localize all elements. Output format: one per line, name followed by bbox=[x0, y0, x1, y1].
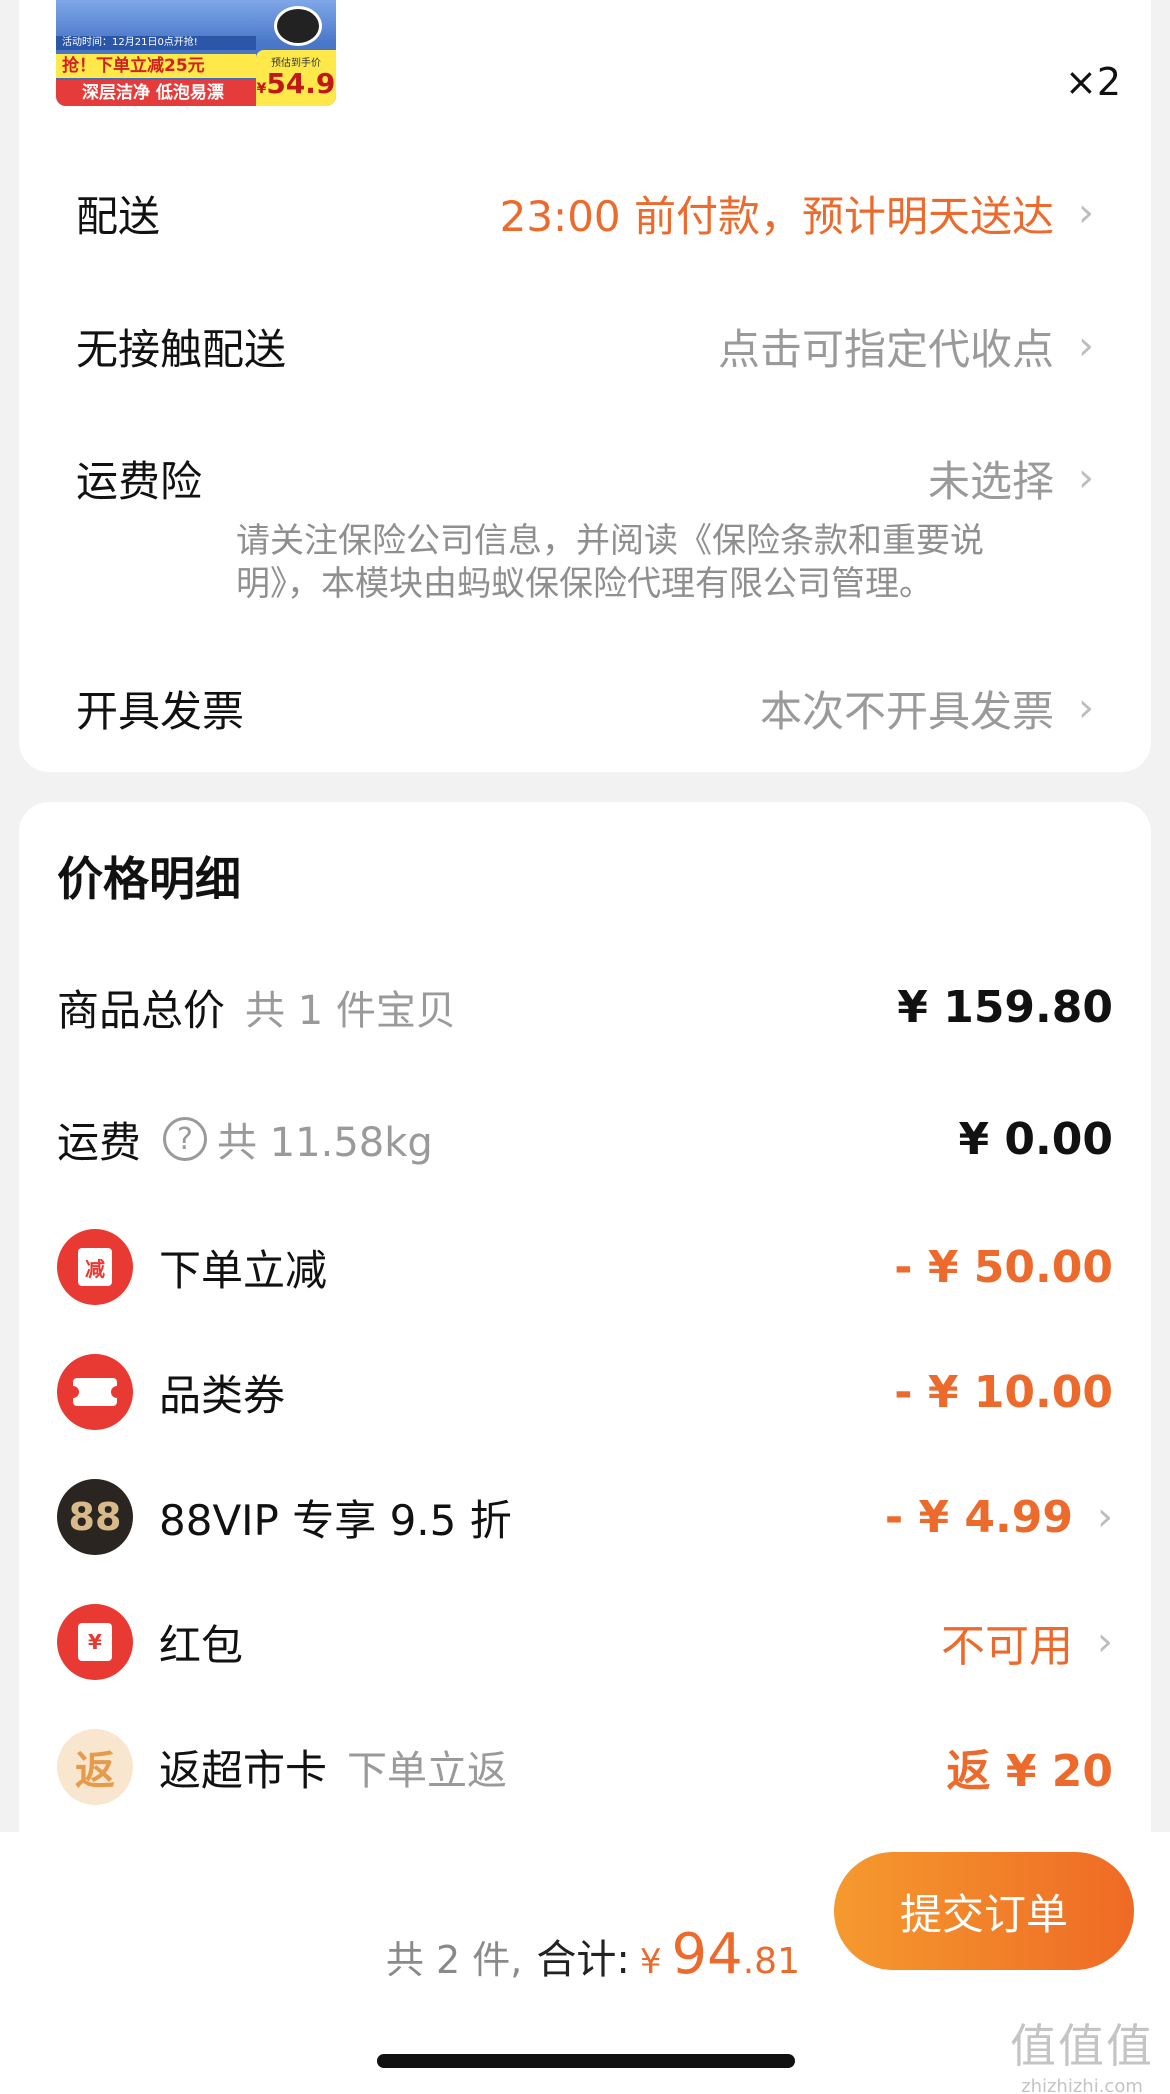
red-packet-label: 红包 bbox=[159, 1620, 244, 1670]
coupon-ticket-icon bbox=[57, 1354, 133, 1430]
chevron-right-icon: › bbox=[1097, 1619, 1113, 1665]
submit-order-button[interactable]: 提交订单 bbox=[834, 1852, 1134, 1970]
chevron-right-icon: › bbox=[1078, 323, 1094, 369]
supermarket-card-sub: 下单立返 bbox=[347, 1748, 508, 1794]
total-decimal: .81 bbox=[742, 1941, 800, 1982]
order-options-card: 活动时间：12月21日0点开抢! 抢！下单立减25元 深层洁净 低泡易漂 预估到… bbox=[19, 0, 1151, 772]
vip-discount-amount: - ¥ 4.99 bbox=[884, 1491, 1073, 1543]
tmall-cat-logo bbox=[274, 6, 322, 46]
shipping-fee-amount: ¥ 0.00 bbox=[958, 1113, 1114, 1165]
invoice-value: 本次不开具发票 bbox=[759, 686, 1054, 736]
promo-text: 抢！下单立减25元 bbox=[56, 54, 256, 78]
price-value: 54.9 bbox=[266, 67, 336, 100]
red-packet-icon: ¥ bbox=[57, 1604, 133, 1680]
supermarket-card-amount: 返 ¥ 20 bbox=[946, 1746, 1113, 1797]
contactless-value: 点击可指定代收点 bbox=[717, 324, 1054, 374]
goods-total-row: 商品总价 共 1 件宝贝 ¥ 159.80 bbox=[57, 968, 1113, 1046]
price-currency: ¥ bbox=[256, 81, 267, 97]
discount-tag-icon: 减 bbox=[57, 1229, 133, 1305]
product-quantity: ×2 bbox=[1065, 60, 1122, 104]
rebate-icon: 返 bbox=[57, 1729, 133, 1805]
vip-88-text: 88 bbox=[68, 1495, 122, 1539]
chevron-right-icon: › bbox=[1097, 1494, 1113, 1540]
red-packet-status: 不可用 bbox=[941, 1621, 1073, 1672]
supermarket-card-label: 返超市卡 bbox=[159, 1745, 328, 1795]
insurance-note: 请关注保险公司信息，并阅读《保险条款和重要说明》，本模块由蚂蚁保保险代理有限公司… bbox=[236, 521, 984, 604]
discount-tag-text: 减 bbox=[78, 1248, 112, 1286]
help-circle-icon[interactable]: ? bbox=[163, 1117, 208, 1161]
chevron-right-icon: › bbox=[1078, 455, 1094, 501]
shipping-insurance-value: 未选择 bbox=[927, 456, 1054, 506]
category-coupon-amount: - ¥ 10.00 bbox=[894, 1366, 1113, 1418]
category-coupon-row: 品类券 - ¥ 10.00 bbox=[57, 1353, 1113, 1431]
total-currency: ¥ bbox=[639, 1942, 662, 1982]
home-indicator[interactable] bbox=[377, 2054, 795, 2068]
invoice-label: 开具发票 bbox=[76, 686, 245, 736]
product-tagline: 深层洁净 低泡易漂 bbox=[56, 80, 256, 106]
contactless-label: 无接触配送 bbox=[76, 324, 287, 374]
category-coupon-label: 品类券 bbox=[159, 1370, 286, 1420]
rebate-icon-text: 返 bbox=[75, 1748, 115, 1794]
goods-count: 共 1 件宝贝 bbox=[245, 988, 456, 1034]
contactless-delivery-row[interactable]: 无接触配送 点击可指定代收点 › bbox=[76, 316, 1094, 376]
vip-88-icon: 88 bbox=[57, 1479, 133, 1555]
instant-discount-row: 减 下单立减 - ¥ 50.00 bbox=[57, 1228, 1113, 1306]
shipping-weight: 共 11.58kg bbox=[217, 1120, 433, 1166]
goods-total-label: 商品总价 bbox=[57, 985, 226, 1035]
invoice-row[interactable]: 开具发票 本次不开具发票 › bbox=[76, 678, 1094, 738]
watermark-logo: 值值值 bbox=[1010, 2019, 1154, 2073]
shipping-fee-label: 运费 bbox=[57, 1117, 142, 1167]
chevron-right-icon: › bbox=[1078, 685, 1094, 731]
vip-discount-label: 88VIP 专享 9.5 折 bbox=[159, 1495, 512, 1545]
product-thumbnail[interactable]: 活动时间：12月21日0点开抢! 抢！下单立减25元 深层洁净 低泡易漂 预估到… bbox=[56, 0, 336, 106]
delivery-label: 配送 bbox=[76, 191, 161, 241]
shipping-insurance-label: 运费险 bbox=[76, 456, 203, 506]
estimated-price: ¥54.9 bbox=[256, 69, 336, 104]
shipping-insurance-row[interactable]: 运费险 未选择 › bbox=[76, 448, 1094, 508]
delivery-row[interactable]: 配送 23:00 前付款，预计明天送达 › bbox=[76, 183, 1094, 243]
goods-total-amount: ¥ 159.80 bbox=[897, 981, 1113, 1033]
item-count: 共 2 件, bbox=[385, 1938, 523, 1982]
red-packet-row[interactable]: ¥ 红包 不可用 › bbox=[57, 1603, 1113, 1681]
order-total: 共 2 件, 合计: ¥ 94 .81 bbox=[386, 1922, 800, 1987]
chevron-right-icon: › bbox=[1078, 190, 1094, 236]
instant-discount-amount: - ¥ 50.00 bbox=[894, 1241, 1113, 1293]
red-packet-icon-text: ¥ bbox=[78, 1623, 112, 1661]
total-integer: 94 bbox=[671, 1922, 743, 1987]
price-details-title: 价格明细 bbox=[57, 852, 241, 906]
shipping-fee-row: 运费 ? 共 11.58kg ¥ 0.00 bbox=[57, 1100, 1113, 1178]
estimated-price-box: 预估到手价 ¥54.9 bbox=[256, 50, 336, 106]
watermark: 值值值 zhizhizhi.com bbox=[1010, 2010, 1154, 2094]
vip-discount-row[interactable]: 88 88VIP 专享 9.5 折 - ¥ 4.99 › bbox=[57, 1478, 1113, 1556]
supermarket-card-row: 返 返超市卡 下单立返 返 ¥ 20 bbox=[57, 1728, 1113, 1806]
watermark-url: zhizhizhi.com bbox=[1021, 2076, 1143, 2094]
instant-discount-label: 下单立减 bbox=[159, 1245, 328, 1295]
delivery-value: 23:00 前付款，预计明天送达 bbox=[499, 191, 1054, 241]
total-label: 合计: bbox=[536, 1937, 630, 1983]
activity-text: 活动时间：12月21日0点开抢! bbox=[56, 36, 256, 50]
